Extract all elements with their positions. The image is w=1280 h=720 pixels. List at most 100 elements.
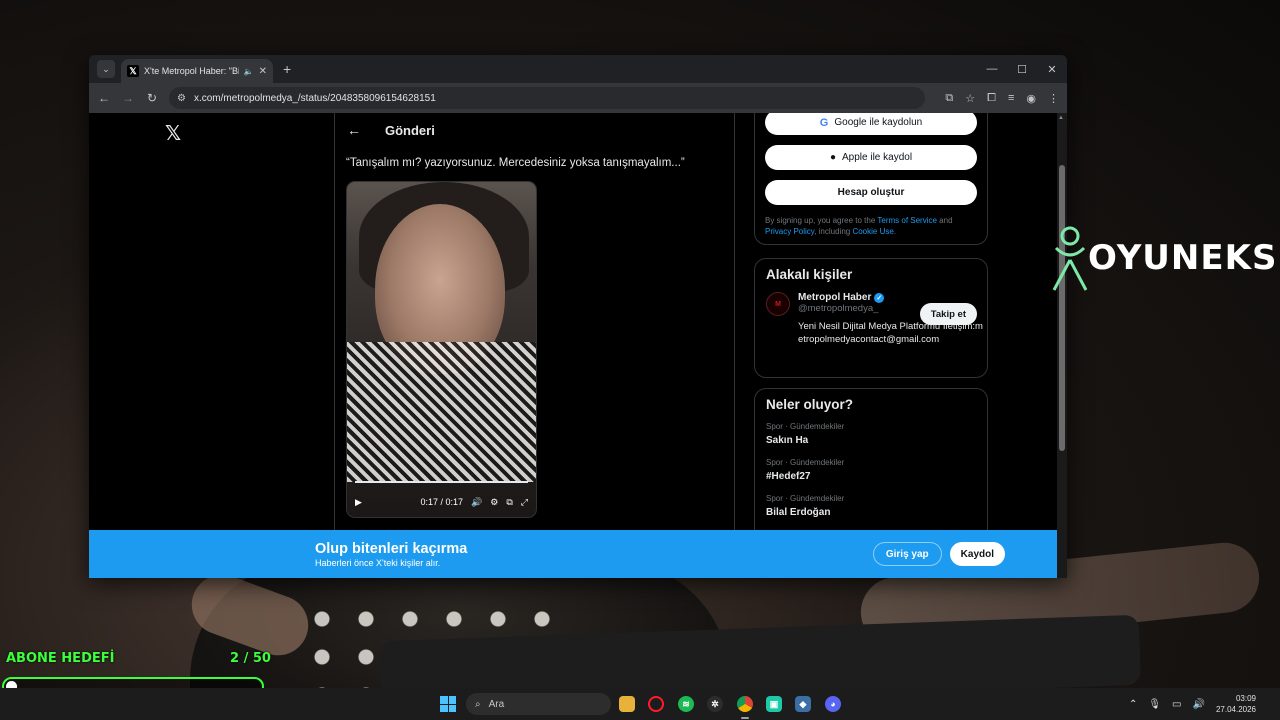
discord-icon[interactable]: ◕: [825, 696, 841, 712]
trends-title: Neler oluyor?: [766, 397, 854, 412]
video-player[interactable]: ▶ 0:17 / 0:17 🔊 ⚙ ⧉ ⤢: [346, 181, 537, 518]
trend-name: Bilal Erdoğan: [766, 507, 831, 518]
maximize-button[interactable]: ☐: [1007, 63, 1037, 76]
legal-including: , including: [814, 227, 853, 236]
avatar[interactable]: M: [766, 292, 790, 316]
forward-icon[interactable]: →: [121, 91, 135, 105]
page-viewport: 𝕏 ← Gönderi “Tanışalım mı? yazıyorsunuz.…: [89, 113, 1067, 578]
volume-icon[interactable]: 🔊: [471, 497, 482, 508]
terms-link[interactable]: Terms of Service: [877, 216, 937, 225]
chrome-icon[interactable]: [737, 696, 753, 719]
related-people-card: Alakalı kişiler M Metropol Haber ✓ @metr…: [754, 258, 988, 378]
banner-subtitle: Haberleri önce X'teki kişiler alır.: [315, 557, 441, 568]
back-icon[interactable]: ←: [97, 91, 111, 105]
signup-card: G Google ile kaydolun ● Apple ile kaydol…: [754, 113, 988, 245]
signup-button[interactable]: Kaydol: [949, 542, 1005, 566]
pip-icon[interactable]: ⧉: [506, 497, 512, 508]
mascot-logo-icon: [1052, 226, 1088, 291]
tab-strip: ⌄ 𝕏 X'te Metropol Haber: "Bir k 🔈 ✕ + — …: [89, 55, 1067, 83]
site-info-icon[interactable]: ⚙: [177, 93, 186, 104]
media-control-icon[interactable]: ≡: [1008, 92, 1014, 105]
scrollbar-thumb[interactable]: [1059, 165, 1065, 451]
volume-tray-icon[interactable]: 🔊: [1193, 699, 1205, 710]
trend-item[interactable]: Spor · Gündemdekiler Bilal Erdoğan: [766, 494, 976, 518]
apple-signup-label: Apple ile kaydol: [842, 152, 913, 163]
login-banner: Olup bitenleri kaçırma Haberleri önce X'…: [89, 530, 1057, 578]
tab-close-icon[interactable]: ✕: [259, 66, 267, 77]
apple-icon: ●: [829, 152, 836, 163]
x-logo-icon[interactable]: 𝕏: [165, 121, 181, 145]
settings-icon[interactable]: ⚙: [490, 497, 498, 508]
account-name-row: Metropol Haber ✓: [798, 292, 885, 303]
play-icon[interactable]: ▶: [355, 497, 362, 508]
account-handle: @metropolmedya_: [798, 303, 879, 314]
clock-time: 03:09: [1235, 694, 1256, 703]
related-title: Alakalı kişiler: [766, 267, 853, 282]
clock[interactable]: 03:09 27.04.2026: [1216, 693, 1256, 715]
trend-name: #Hedef27: [766, 471, 811, 482]
create-account-button[interactable]: Hesap oluştur: [765, 180, 977, 205]
login-button[interactable]: Giriş yap: [872, 542, 942, 566]
trend-meta: Spor · Gündemdekiler: [766, 422, 845, 431]
clock-date: 27.04.2026: [1215, 705, 1256, 714]
taskbar-search[interactable]: ⌕ Ara: [466, 693, 611, 715]
goal-count: 2 / 50: [230, 651, 271, 666]
profile-icon[interactable]: ◉: [1026, 92, 1036, 105]
close-window-button[interactable]: ✕: [1037, 63, 1067, 76]
column-divider-left: [334, 113, 335, 578]
video-controls: ▶ 0:17 / 0:17 🔊 ⚙ ⧉ ⤢: [347, 487, 536, 517]
trend-name: Sakın Ha: [766, 435, 809, 446]
tab-title: X'te Metropol Haber: "Bir k: [144, 66, 239, 76]
app-icon[interactable]: ▣: [766, 696, 782, 712]
microphone-icon[interactable]: 🎙: [1148, 699, 1161, 710]
goal-label: ABONE HEDEFİ: [6, 651, 115, 666]
google-icon: G: [819, 116, 829, 129]
menu-kebab-icon[interactable]: ⋮: [1048, 92, 1059, 105]
trend-item[interactable]: Spor · Gündemdekiler #Hedef27: [766, 458, 976, 482]
windows-start-icon[interactable]: [440, 696, 456, 712]
trend-meta: Spor · Gündemdekiler: [766, 458, 845, 467]
steam-icon[interactable]: ✲: [707, 696, 723, 712]
post-header: ← Gönderi: [335, 113, 734, 147]
follow-button[interactable]: Takip et: [919, 303, 977, 325]
extensions-icon[interactable]: ⧠: [987, 92, 996, 105]
post-text: “Tanışalım mı? yazıyorsunuz. Mercedesini…: [346, 157, 685, 169]
toolbar-icons: ⧉ ☆ ⧠ ≡ ◉ ⋮: [945, 92, 1059, 105]
minimize-button[interactable]: —: [977, 63, 1007, 76]
back-arrow-icon[interactable]: ←: [347, 122, 361, 138]
tab-active[interactable]: 𝕏 X'te Metropol Haber: "Bir k 🔈 ✕: [121, 59, 273, 83]
fullscreen-icon[interactable]: ⤢: [521, 497, 528, 508]
page-scrollbar[interactable]: ▲: [1057, 113, 1067, 578]
video-progress-bar[interactable]: [355, 481, 528, 483]
new-tab-button[interactable]: +: [283, 61, 291, 77]
legal-pre: By signing up, you agree to the: [765, 216, 878, 225]
bookmark-star-icon[interactable]: ☆: [965, 92, 975, 105]
file-explorer-icon[interactable]: [619, 696, 635, 712]
opera-icon[interactable]: [648, 696, 664, 712]
taskbar-search-label: Ara: [488, 698, 505, 710]
legal-and: and: [936, 216, 953, 225]
cookie-link[interactable]: Cookie Use.: [852, 227, 896, 236]
banner-title: Olup bitenleri kaçırma: [315, 540, 468, 557]
account-name: Metropol Haber: [798, 292, 872, 303]
display-icon[interactable]: ▭: [1172, 699, 1181, 710]
app2-icon[interactable]: ◆: [795, 696, 811, 712]
reload-icon[interactable]: ↻: [145, 91, 159, 105]
privacy-link[interactable]: Privacy Policy: [765, 227, 814, 236]
install-app-icon[interactable]: ⧉: [945, 92, 953, 105]
url-text: x.com/metropolmedya_/status/204835809615…: [193, 92, 436, 104]
window-controls: — ☐ ✕: [977, 63, 1067, 76]
apple-signup-button[interactable]: ● Apple ile kaydol: [765, 145, 977, 170]
browser-toolbar: ← → ↻ ⚙ x.com/metropolmedya_/status/2048…: [89, 83, 1067, 113]
system-tray: ⌃ 🎙 ▭ 🔊 03:09 27.04.2026: [1129, 688, 1280, 720]
taskbar: ⌕ Ara ≋ ✲ ▣ ◆ ◕ ⌃ 🎙 ▭ 🔊 03:09 27.04.2026: [0, 688, 1280, 720]
legal-text: By signing up, you agree to the Terms of…: [765, 215, 977, 237]
spotify-icon[interactable]: ≋: [678, 696, 694, 712]
address-bar[interactable]: ⚙ x.com/metropolmedya_/status/2048358096…: [169, 87, 926, 109]
video-time: 0:17 / 0:17: [420, 497, 464, 507]
google-signup-button[interactable]: G Google ile kaydolun: [765, 113, 977, 135]
tab-search-button[interactable]: ⌄: [97, 60, 115, 78]
chevron-up-icon[interactable]: ⌃: [1129, 699, 1137, 710]
scroll-up-icon[interactable]: ▲: [1058, 115, 1064, 121]
trend-item[interactable]: Spor · Gündemdekiler Sakın Ha: [766, 422, 976, 446]
